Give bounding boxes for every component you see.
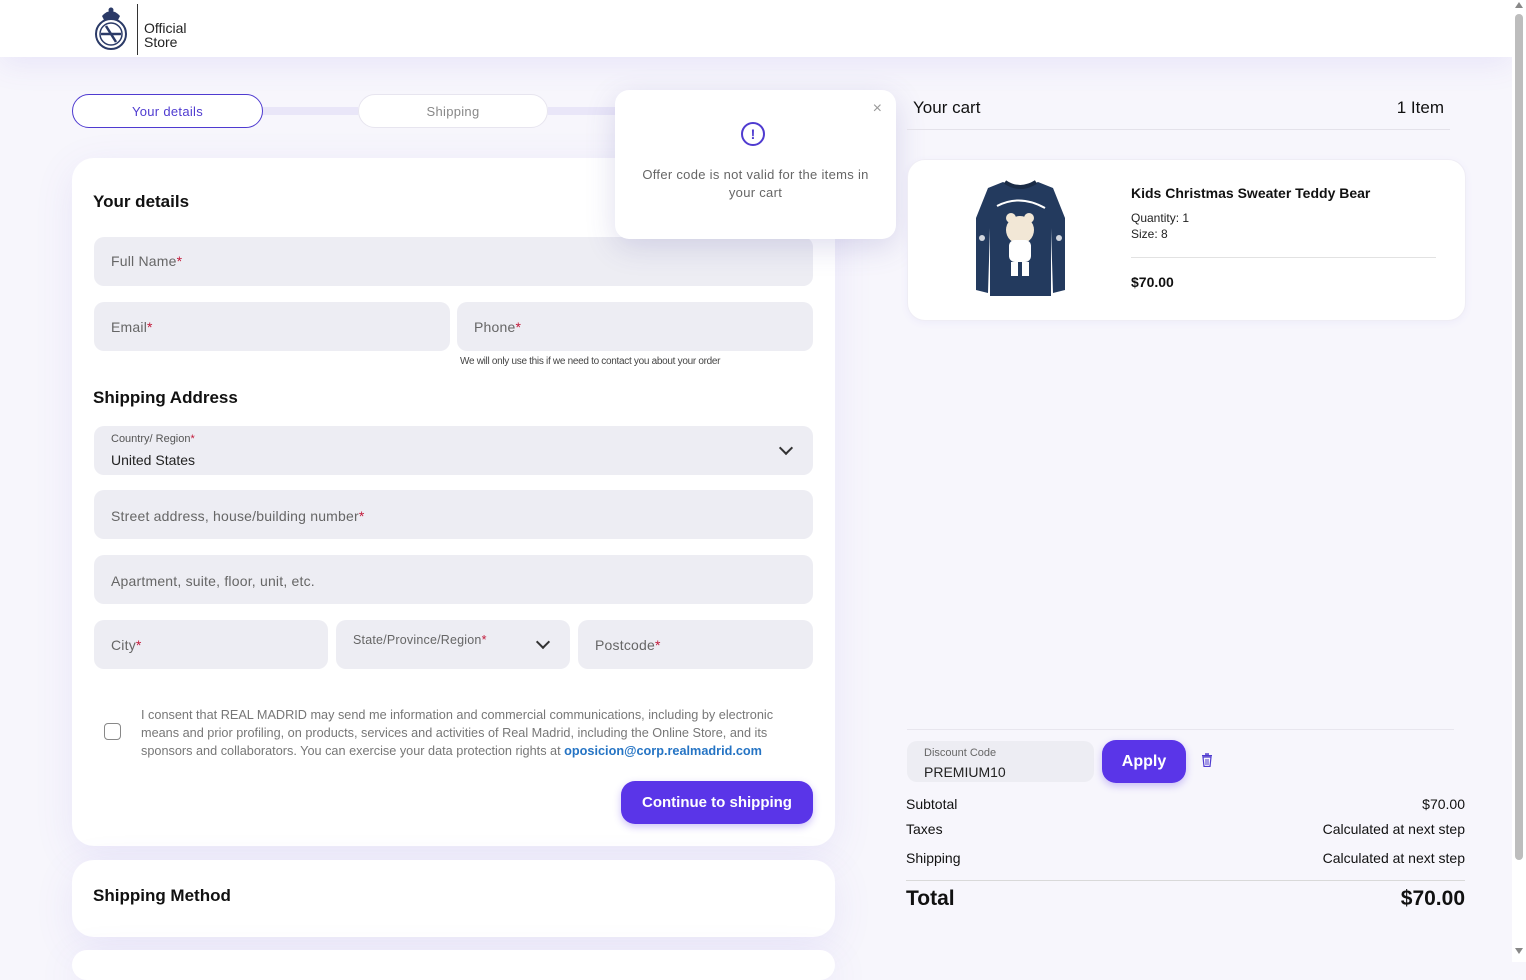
product-name: Kids Christmas Sweater Teddy Bear (1131, 185, 1371, 201)
country-value: United States (111, 452, 196, 468)
taxes-row: Taxes Calculated at next step (906, 821, 1465, 837)
taxes-label: Taxes (906, 821, 943, 837)
offer-code-error-popup: × ! Offer code is not valid for the item… (615, 90, 896, 239)
divider (907, 729, 1454, 730)
consent-text: I consent that REAL MADRID may send me i… (141, 706, 806, 760)
discount-code-field[interactable]: Discount Code PREMIUM10 (907, 741, 1094, 782)
phone-placeholder: Phone* (474, 319, 522, 335)
email-field[interactable]: Email* (94, 302, 450, 351)
step-your-details[interactable]: Your details (72, 94, 263, 128)
subtotal-value: $70.00 (1422, 796, 1465, 812)
close-icon[interactable]: × (873, 100, 882, 118)
apply-discount-button[interactable]: Apply (1102, 740, 1186, 783)
apartment-field[interactable]: Apartment, suite, floor, unit, etc. (94, 555, 813, 604)
step-connector (262, 107, 358, 115)
full-name-field[interactable]: Full Name* (94, 237, 813, 286)
divider (907, 129, 1450, 130)
consent-checkbox[interactable] (104, 723, 121, 740)
scroll-down-icon[interactable] (1515, 948, 1523, 954)
state-select[interactable]: State/Province/Region* (336, 620, 570, 669)
product-quantity: Quantity: 1 (1131, 211, 1190, 225)
logo-divider (137, 4, 138, 55)
discount-code-value: PREMIUM10 (924, 764, 1006, 780)
phone-hint: We will only use this if we need to cont… (460, 356, 721, 367)
shipping-row: Shipping Calculated at next step (906, 850, 1465, 866)
scroll-up-icon[interactable] (1515, 2, 1523, 8)
privacy-email-link[interactable]: oposicion@corp.realmadrid.com (564, 744, 762, 758)
cart-title: Your cart (913, 98, 981, 117)
divider (906, 880, 1465, 881)
street-address-placeholder: Street address, house/building number* (111, 508, 365, 524)
shipping-value: Calculated at next step (1322, 850, 1465, 866)
divider (1131, 257, 1436, 258)
section-title-shipping-address: Shipping Address (93, 388, 238, 407)
email-placeholder: Email* (111, 319, 153, 335)
country-label: Country/ Region* (111, 433, 195, 445)
store-name-line2: Store (144, 34, 178, 50)
store-name: Official Store (144, 21, 187, 49)
chevron-down-icon (778, 440, 794, 456)
state-placeholder: State/Province/Region* (353, 633, 487, 647)
postcode-placeholder: Postcode* (595, 637, 661, 653)
taxes-value: Calculated at next step (1322, 821, 1465, 837)
alert-circle-icon: ! (741, 122, 765, 146)
cart-item-count: 1 Item (1396, 98, 1444, 117)
street-address-field[interactable]: Street address, house/building number* (94, 490, 813, 539)
subtotal-row: Subtotal $70.00 (906, 796, 1465, 812)
site-header: Official Store (0, 0, 1512, 57)
step-connector (548, 107, 618, 115)
postcode-field[interactable]: Postcode* (578, 620, 813, 669)
continue-to-shipping-button[interactable]: Continue to shipping (621, 781, 813, 824)
city-field[interactable]: City* (94, 620, 328, 669)
total-label: Total (906, 887, 955, 910)
store-name-line1: Official (144, 20, 187, 36)
scrollbar-thumb[interactable] (1515, 14, 1523, 860)
shipping-label: Shipping (906, 850, 961, 866)
trash-icon[interactable] (1201, 753, 1213, 767)
product-size: Size: 8 (1131, 227, 1168, 241)
country-select[interactable]: Country/ Region* United States (94, 426, 813, 475)
section-title-shipping-method: Shipping Method (93, 886, 231, 905)
total-value: $70.00 (1400, 887, 1465, 910)
chevron-down-icon (535, 634, 551, 650)
shipping-method-card[interactable]: Shipping Method (72, 860, 835, 937)
product-image[interactable] (973, 178, 1068, 300)
page-scrollbar[interactable] (1512, 0, 1526, 962)
payment-card (72, 950, 835, 980)
product-price: $70.00 (1131, 274, 1174, 290)
discount-code-label: Discount Code (924, 747, 997, 759)
cart-item: Kids Christmas Sweater Teddy Bear Quanti… (907, 159, 1466, 321)
subtotal-label: Subtotal (906, 796, 958, 812)
phone-field[interactable]: Phone* (457, 302, 813, 351)
total-row: Total $70.00 (906, 887, 1465, 911)
section-title-your-details: Your details (93, 192, 190, 211)
city-placeholder: City* (111, 637, 142, 653)
full-name-placeholder: Full Name* (111, 253, 183, 269)
apartment-placeholder: Apartment, suite, floor, unit, etc. (111, 573, 315, 589)
popup-message: Offer code is not valid for the items in… (642, 167, 869, 200)
step-shipping[interactable]: Shipping (358, 94, 548, 128)
crest-logo-icon[interactable] (94, 4, 128, 50)
